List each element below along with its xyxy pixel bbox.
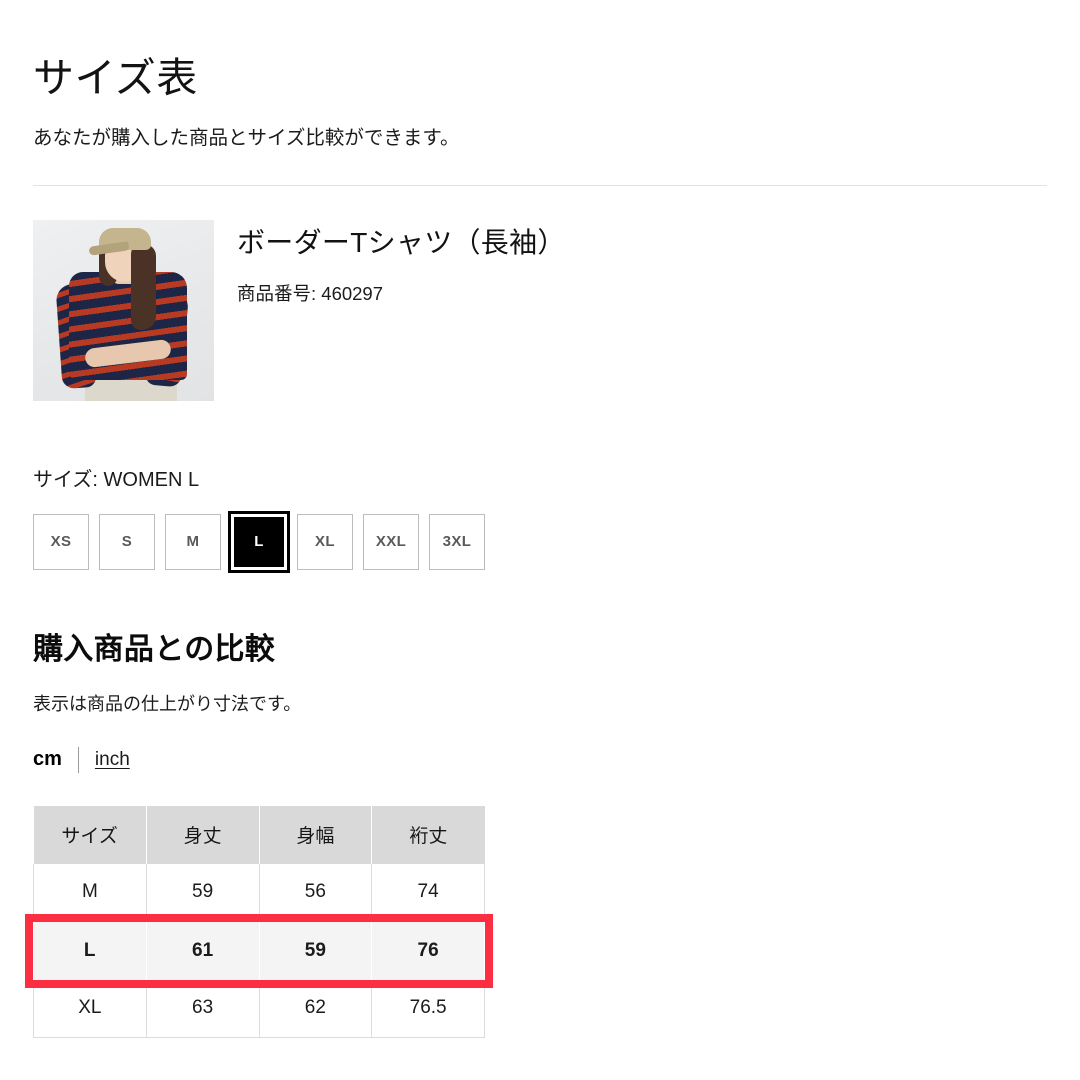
product-thumbnail[interactable] <box>33 219 214 401</box>
size-chart-page: サイズ表 あなたが購入した商品とサイズ比較ができます。 ボーダーTシャツ（長袖）… <box>0 0 1080 1080</box>
size-table: サイズ 身丈 身幅 裄丈 M 59 56 74 L 61 59 76 XL 63 62 76.5 <box>33 805 485 1038</box>
unit-separator <box>77 746 79 773</box>
size-table-body: M 59 56 74 L 61 59 76 XL 63 62 76.5 <box>33 863 485 1038</box>
table-cell-value: 59 <box>259 921 373 980</box>
product-details: ボーダーTシャツ（長袖） 商品番号: 460297 <box>237 220 566 307</box>
size-table-head: サイズ 身丈 身幅 裄丈 <box>33 805 485 864</box>
unit-cm-button[interactable]: cm <box>33 748 62 771</box>
table-cell-size: L <box>33 921 147 980</box>
size-chip-xs[interactable]: XS <box>33 513 89 570</box>
table-cell-value: 76 <box>371 921 485 980</box>
unit-toggle: cm inch <box>33 746 1047 774</box>
table-cell-value: 63 <box>146 979 260 1038</box>
table-cell-size: XL <box>33 979 147 1038</box>
size-chip-3xl[interactable]: 3XL <box>429 513 485 570</box>
table-col-header: 身幅 <box>259 805 373 864</box>
table-cell-value: 62 <box>259 979 373 1038</box>
selected-size-label: サイズ: WOMEN L <box>33 468 200 491</box>
page-title: サイズ表 <box>33 55 198 101</box>
table-cell-value: 76.5 <box>371 979 485 1038</box>
product-summary: ボーダーTシャツ（長袖） 商品番号: 460297 <box>33 219 1047 401</box>
size-chip-s[interactable]: S <box>99 513 155 570</box>
table-col-header: 裄丈 <box>371 805 485 864</box>
comparison-note: 表示は商品の仕上がり寸法です。 <box>33 693 302 714</box>
product-name: ボーダーTシャツ（長袖） <box>237 226 566 258</box>
unit-inch-button[interactable]: inch <box>95 749 130 771</box>
table-cell-value: 59 <box>146 863 260 922</box>
page-subtitle: あなたが購入した商品とサイズ比較ができます。 <box>33 127 460 149</box>
table-row: XL 63 62 76.5 <box>33 979 485 1038</box>
table-col-header: サイズ <box>33 805 147 864</box>
size-chip-l[interactable]: L <box>228 510 290 573</box>
product-code: 商品番号: 460297 <box>237 283 384 305</box>
table-cell-value: 56 <box>259 863 373 922</box>
table-row: M 59 56 74 <box>33 863 485 922</box>
size-chip-xl[interactable]: XL <box>297 513 353 570</box>
table-cell-value: 74 <box>371 863 485 922</box>
table-header-row: サイズ 身丈 身幅 裄丈 <box>33 805 485 864</box>
table-cell-value: 61 <box>146 921 260 980</box>
table-col-header: 身丈 <box>146 805 260 864</box>
size-chip-xxl[interactable]: XXL <box>363 513 419 570</box>
size-table-wrapper: サイズ 身丈 身幅 裄丈 M 59 56 74 L 61 59 76 XL 63 62 76.5 <box>25 805 493 1038</box>
header-divider <box>33 184 1047 186</box>
size-chip-m[interactable]: M <box>165 513 221 570</box>
comparison-title: 購入商品との比較 <box>33 632 276 666</box>
table-row: L 61 59 76 <box>33 921 485 980</box>
model-hair <box>131 243 156 330</box>
table-cell-size: M <box>33 863 147 922</box>
size-chip-group: XS S M L XL XXL 3XL <box>33 510 1047 573</box>
